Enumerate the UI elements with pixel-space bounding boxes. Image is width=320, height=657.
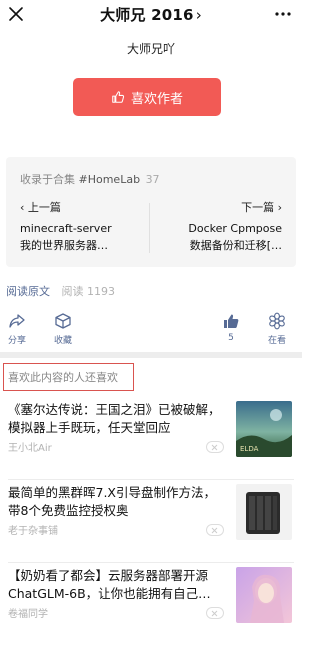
read-original-link[interactable]: 阅读原文	[6, 285, 50, 298]
next-label: 下一篇 ›	[241, 201, 282, 214]
collection-prefix: 收录于合集	[20, 173, 75, 186]
collect-button[interactable]: 收藏	[43, 312, 83, 346]
share-icon	[9, 314, 25, 328]
recommend-item[interactable]: 《塞尔达传说：王国之泪》已被破解，模拟器上手既玩，任天堂回应 王小北Air EL…	[0, 401, 302, 491]
list-separator	[8, 562, 294, 563]
dismiss-icon[interactable]	[206, 607, 224, 619]
recommend-source: 卷福同学	[8, 609, 48, 620]
top-bar: 大师兄 2016 ›	[0, 0, 302, 30]
thumbnail-image	[236, 567, 292, 623]
looking-label: 在看	[267, 336, 286, 346]
looking-button[interactable]: 在看	[257, 312, 297, 346]
more-dots-icon[interactable]	[274, 4, 292, 24]
recommend-source: 老于杂事铺	[8, 526, 58, 537]
box-icon	[55, 313, 71, 329]
section-divider	[0, 352, 302, 358]
prev-label: ‹ 上一篇	[20, 201, 61, 214]
recommend-title: 最简单的黑群晖7.X引导盘制作方法，带8个免费监控授权奥	[8, 485, 216, 518]
collection-info[interactable]: 收录于合集 #HomeLab 37	[20, 171, 160, 187]
list-separator	[8, 479, 294, 480]
prev-title-line1: minecraft-server	[20, 222, 112, 235]
thumbs-up-icon	[224, 314, 239, 328]
thumbs-up-icon	[112, 91, 125, 103]
like-author-button[interactable]: 喜欢作者	[73, 78, 221, 116]
next-title-line2: 数据备份和迁移[…	[189, 239, 282, 252]
chevron-right-icon: ›	[195, 6, 202, 24]
collection-card: 收录于合集 #HomeLab 37 ‹ 上一篇 minecraft-server…	[6, 157, 296, 267]
svg-text:ELDA: ELDA	[240, 445, 259, 453]
recommend-section-title: 喜欢此内容的人还喜欢	[3, 363, 134, 391]
thumbnail-image	[236, 484, 292, 540]
prev-title-line2: 我的世界服务器…	[20, 239, 108, 252]
recommend-item[interactable]: 【奶奶看了都会】云服务器部署开源ChatGLM-6B，让你也能拥有自己… 卷福同…	[0, 567, 302, 657]
next-article[interactable]: 下一篇 › Docker Cpmpose 数据备份和迁移[…	[152, 201, 282, 253]
share-button[interactable]: 分享	[0, 312, 37, 346]
collection-tag: #HomeLab	[78, 173, 141, 186]
recommend-title: 《塞尔达传说：王国之泪》已被破解，模拟器上手既玩，任天堂回应	[8, 402, 221, 435]
share-label: 分享	[7, 336, 26, 346]
action-bar: 分享 收藏 5 在看	[0, 312, 302, 348]
recommend-item[interactable]: 最简单的黑群晖7.X引导盘制作方法，带8个免费监控授权奥 老于杂事铺	[0, 484, 302, 574]
recommend-title: 【奶奶看了都会】云服务器部署开源ChatGLM-6B，让你也能拥有自己…	[8, 568, 211, 601]
dismiss-icon[interactable]	[206, 524, 224, 536]
like-author-label: 喜欢作者	[130, 91, 183, 107]
collect-label: 收藏	[53, 336, 72, 346]
account-name: 大师兄 2016	[100, 6, 194, 24]
read-count: 阅读 1193	[61, 285, 116, 298]
article-meta: 阅读原文 阅读 1193	[6, 283, 115, 299]
like-button[interactable]: 5	[211, 312, 251, 343]
next-title-line1: Docker Cpmpose	[188, 222, 282, 235]
account-title[interactable]: 大师兄 2016 ›	[0, 4, 302, 25]
prev-article[interactable]: ‹ 上一篇 minecraft-server 我的世界服务器…	[20, 201, 145, 253]
recommend-source: 王小北Air	[8, 443, 52, 454]
dismiss-icon[interactable]	[206, 441, 224, 453]
flower-icon	[269, 312, 285, 330]
nav-divider	[149, 203, 150, 253]
author-name: 大师兄吖	[126, 42, 175, 56]
like-count: 5	[228, 333, 234, 343]
collection-count: 37	[145, 173, 160, 186]
thumbnail-image: ELDA	[236, 401, 292, 457]
